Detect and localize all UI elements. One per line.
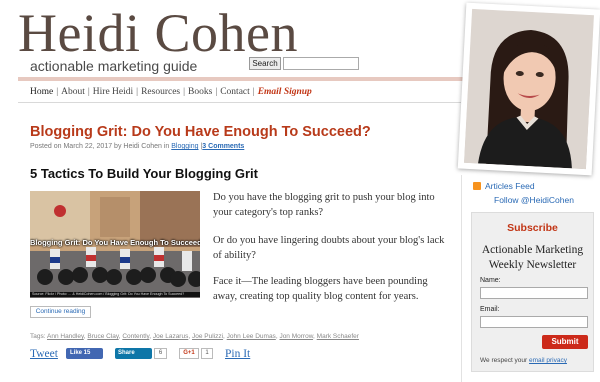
nav-divider — [18, 102, 461, 103]
site-tagline: actionable marketing guide — [30, 58, 198, 74]
name-label: Name: — [480, 277, 501, 284]
post-featured-image[interactable]: Blogging Grit: Do You Have Enough To Suc… — [30, 191, 200, 298]
nav-separator: | — [215, 87, 218, 97]
nav-item-books[interactable]: Books — [188, 87, 212, 97]
search-button[interactable]: Search — [249, 57, 281, 70]
tag-link[interactable]: Mark Schaefer — [317, 333, 359, 340]
facebook-like-button[interactable]: Like 15 — [66, 348, 103, 359]
privacy-note: We respect your email privacy — [480, 357, 567, 364]
tag-link[interactable]: Contently — [122, 333, 149, 340]
google-plus-count: 1 — [201, 348, 213, 359]
rss-label: Articles Feed — [485, 181, 535, 191]
nav-separator: | — [136, 87, 139, 97]
continue-reading-button[interactable]: Continue reading — [30, 306, 91, 318]
nav-item-resources[interactable]: Resources — [141, 87, 180, 97]
post-paragraph: Or do you have lingering doubts about yo… — [213, 235, 445, 261]
newsletter-subtitle: Actionable Marketing Weekly Newsletter — [472, 243, 593, 273]
tag-link[interactable]: Jon Morrow — [279, 333, 313, 340]
post-comments-link[interactable]: 3 Comments — [202, 143, 244, 150]
tag-link[interactable]: John Lee Dumas — [227, 333, 276, 340]
rss-feed-link[interactable]: Articles Feed — [473, 181, 535, 191]
post-tags: Tags: Ann Handley, Bruce Clay, Contently… — [30, 333, 359, 340]
tag-link[interactable]: Joe Pulizzi — [192, 333, 223, 340]
tag-link[interactable]: Joe Lazarus — [153, 333, 188, 340]
tag-link[interactable]: Ann Handley — [47, 333, 84, 340]
site-title[interactable]: Heidi Cohen — [18, 2, 298, 64]
tags-label: Tags: — [30, 333, 46, 340]
twitter-follow-link[interactable]: Follow @HeidiCohen — [494, 195, 574, 205]
nav-separator: | — [183, 87, 186, 97]
tweet-link[interactable]: Tweet — [30, 348, 58, 360]
post-title[interactable]: Blogging Grit: Do You Have Enough To Suc… — [30, 124, 371, 140]
post-meta: Posted on March 22, 2017 by Heidi Cohen … — [30, 143, 244, 150]
submit-button[interactable]: Submit — [542, 335, 588, 349]
author-photo-frame — [457, 2, 600, 176]
newsletter-subtitle-line: Actionable Marketing — [481, 244, 584, 256]
share-bar: Tweet Like 15 Share 6 G+1 1 Pin It — [30, 346, 460, 362]
post-subheading: 5 Tactics To Build Your Blogging Grit — [30, 166, 258, 181]
nav-item-hire-heidi[interactable]: Hire Heidi — [93, 87, 133, 97]
linkedin-share-button[interactable]: Share — [115, 348, 152, 359]
newsletter-subtitle-line: Weekly Newsletter — [488, 259, 577, 271]
pinterest-link[interactable]: Pin It — [225, 348, 250, 360]
linkedin-share-count: 6 — [154, 348, 167, 359]
author-portrait-illustration — [464, 8, 594, 170]
email-field[interactable] — [480, 316, 588, 328]
tag-link[interactable]: Bruce Clay — [87, 333, 118, 340]
newsletter-title: Subscribe — [507, 222, 558, 234]
nav-separator: | — [252, 87, 255, 97]
nav-item-email-signup[interactable]: Email Signup — [258, 87, 312, 97]
google-plus-button[interactable]: G+1 — [179, 348, 199, 359]
nav-item-contact[interactable]: Contact — [220, 87, 250, 97]
main-nav: Home | About | Hire Heidi | Resources | Books | Co… — [30, 87, 312, 97]
post-paragraph: Do you have the blogging grit to push yo… — [213, 192, 435, 218]
privacy-text: We respect your — [480, 357, 528, 364]
email-label: Email: — [480, 306, 500, 313]
nav-item-home[interactable]: Home — [30, 87, 53, 97]
privacy-link[interactable]: email privacy — [529, 357, 567, 364]
post-image-caption: Blogging Grit: Do You Have Enough To Suc… — [30, 238, 200, 247]
post-paragraph: Face it—The leading bloggers have been p… — [213, 276, 428, 302]
rss-icon — [473, 182, 481, 190]
author-photo — [464, 8, 594, 170]
sidebar-divider — [461, 175, 462, 382]
search-input[interactable] — [283, 57, 359, 70]
post-category-link[interactable]: Blogging — [171, 143, 198, 150]
newsletter-signup-box: Subscribe Actionable Marketing Weekly Ne… — [471, 212, 594, 372]
nav-separator: | — [56, 87, 59, 97]
name-field[interactable] — [480, 287, 588, 299]
post-meta-text: Posted on March 22, 2017 by Heidi Cohen … — [30, 143, 170, 150]
post-image-credit: Source: Flickr / Photo: ... & HeidiCohen… — [30, 292, 200, 297]
nav-separator: | — [87, 87, 90, 97]
nav-item-about[interactable]: About — [61, 87, 85, 97]
